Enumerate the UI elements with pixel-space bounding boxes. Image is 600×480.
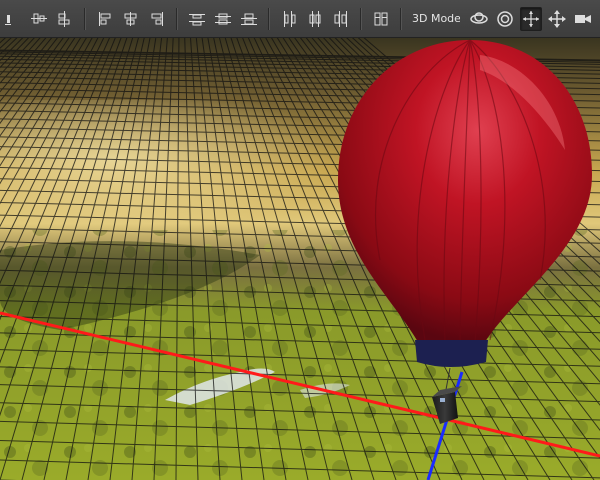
- distribute-horizontal-centers-icon: [309, 10, 321, 27]
- toolbar-separator: [400, 7, 402, 30]
- options-bar: 3D Mode:: [0, 0, 600, 38]
- align-left-edges-icon: [99, 11, 111, 26]
- align-vertical-centers-icon: [58, 10, 70, 27]
- distribute-right-icon: [334, 10, 347, 27]
- scale-3d-camera-icon: [575, 14, 591, 23]
- align-horizontal-centers-button[interactable]: [120, 7, 142, 31]
- auto-align-layers-button[interactable]: [370, 7, 392, 31]
- slide-3d-button[interactable]: [546, 7, 568, 31]
- align-bottom-edges-icon: [5, 14, 11, 25]
- toolbar-separator: [176, 7, 178, 30]
- scale-3d-camera-button[interactable]: [572, 7, 594, 31]
- align-right-edges-icon: [151, 11, 163, 26]
- orbit-3d-button[interactable]: [468, 7, 490, 31]
- align-top-edges-button[interactable]: [28, 7, 50, 31]
- distribute-right-button[interactable]: [330, 7, 352, 31]
- align-horizontal-centers-icon: [124, 11, 137, 26]
- toolbar-separator: [84, 7, 86, 30]
- photoshop-3d-workspace: 3D Mode:: [0, 0, 600, 480]
- 3d-mode-label: 3D Mode:: [412, 12, 460, 25]
- align-top-edges-icon: [31, 13, 47, 23]
- slide-3d-icon: [548, 9, 566, 28]
- distribute-top-button[interactable]: [186, 7, 208, 31]
- roll-3d-button[interactable]: [494, 7, 516, 31]
- auto-align-layers-icon: [374, 12, 388, 25]
- align-bottom-edges-button[interactable]: [2, 7, 24, 31]
- distribute-left-icon: [284, 10, 296, 27]
- distribute-top-icon: [189, 13, 205, 25]
- align-left-edges-button[interactable]: [94, 7, 116, 31]
- pan-3d-button[interactable]: [520, 6, 542, 31]
- distribute-vertical-centers-button[interactable]: [212, 7, 234, 31]
- distribute-bottom-button[interactable]: [238, 7, 260, 31]
- toolbar-separator: [360, 7, 362, 30]
- align-vertical-centers-button[interactable]: [54, 7, 76, 31]
- balloon-skirt: [415, 340, 488, 367]
- toolbar-separator: [268, 7, 270, 30]
- orbit-3d-icon: [470, 11, 488, 24]
- distribute-vertical-centers-icon: [215, 13, 231, 24]
- distribute-left-button[interactable]: [278, 7, 300, 31]
- distribute-horizontal-centers-button[interactable]: [304, 7, 326, 31]
- align-right-edges-button[interactable]: [146, 7, 168, 31]
- distribute-bottom-icon: [241, 13, 257, 25]
- 3d-scene: [0, 38, 600, 480]
- 3d-canvas-viewport[interactable]: [0, 38, 600, 480]
- roll-3d-icon: [497, 10, 513, 27]
- pan-3d-icon: [523, 10, 539, 27]
